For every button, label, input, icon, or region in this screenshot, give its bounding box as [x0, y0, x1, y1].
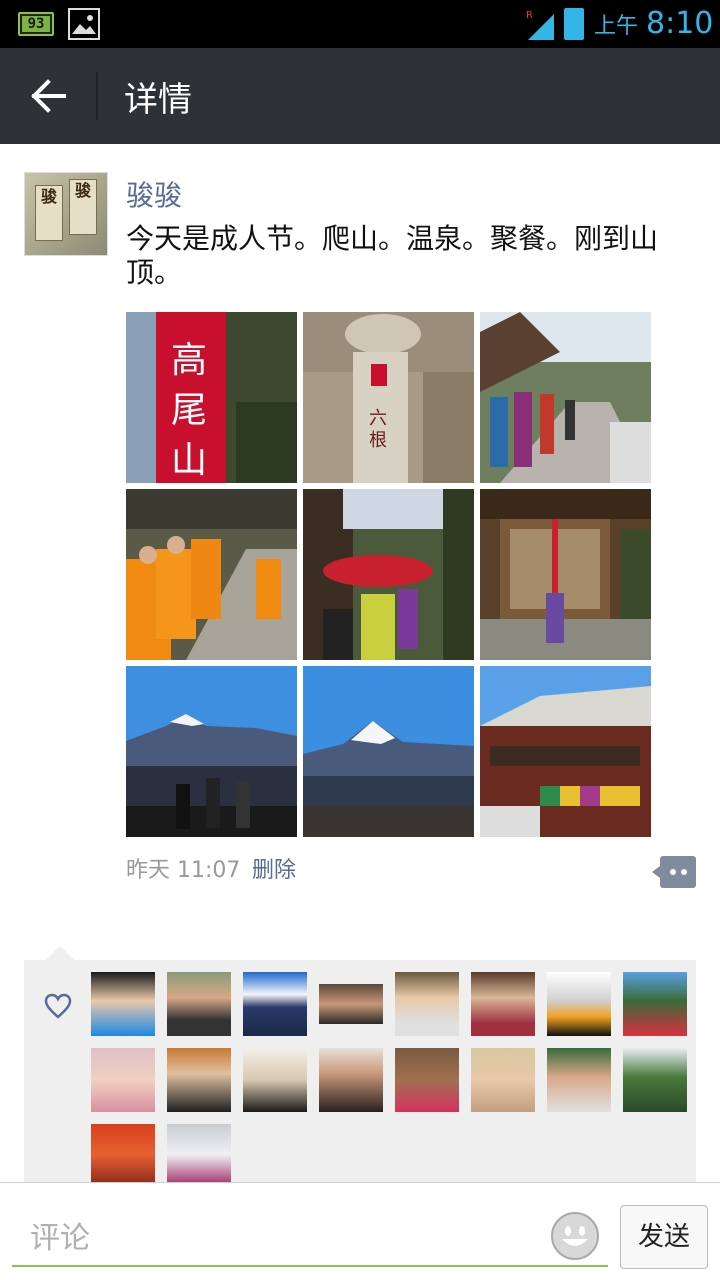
photo-grid: 高 尾 山 六 根 [126, 312, 651, 837]
delete-link[interactable]: 删除 [252, 852, 296, 884]
liker-avatar[interactable] [547, 972, 611, 1036]
comment-placeholder: 评论 [30, 1221, 90, 1256]
liker-avatar[interactable] [623, 972, 687, 1036]
liker-avatar[interactable] [243, 1048, 307, 1112]
liker-avatar[interactable] [91, 972, 155, 1036]
liker-avatar[interactable] [167, 1048, 231, 1112]
liker-avatar[interactable] [471, 972, 535, 1036]
send-button[interactable]: 发送 [620, 1205, 708, 1269]
svg-text:根: 根 [369, 430, 387, 451]
mount-fuji-view-photo[interactable] [303, 666, 474, 837]
comment-bubble-icon [652, 856, 696, 888]
liker-avatar[interactable] [319, 984, 383, 1024]
image-notification-icon [68, 8, 100, 40]
svg-text:山: 山 [171, 440, 207, 481]
liker-avatar[interactable] [91, 1124, 155, 1185]
signal-icon: R [526, 10, 554, 40]
avatar-tag: 骏 [35, 185, 63, 241]
post-timestamp: 昨天 11:07 [126, 858, 241, 883]
stone-lantern-photo[interactable]: 六 根 [303, 312, 474, 483]
heart-icon [44, 993, 72, 1019]
battery-level: 93 [27, 16, 45, 32]
liker-avatar[interactable] [395, 972, 459, 1036]
comment-menu-button[interactable] [652, 856, 696, 888]
liker-avatar[interactable] [91, 1048, 155, 1112]
monks-procession-photo[interactable] [126, 489, 297, 660]
liker-avatar[interactable] [623, 1048, 687, 1112]
svg-text:高: 高 [171, 340, 207, 381]
emoji-button[interactable] [550, 1211, 600, 1261]
avatar[interactable]: 骏 骏 [24, 172, 108, 256]
comment-bar: 评论 发送 [0, 1182, 720, 1280]
comment-input[interactable]: 评论 [12, 1201, 608, 1267]
title-bar: 详情 [0, 48, 720, 144]
mount-fuji-crowd-photo[interactable] [126, 666, 297, 837]
liker-avatar[interactable] [319, 1048, 383, 1112]
temple-roof-photo[interactable] [480, 666, 651, 837]
page-title: 详情 [124, 80, 192, 120]
red-umbrella-procession-photo[interactable] [303, 489, 474, 660]
liker-avatar[interactable] [243, 972, 307, 1036]
temple-banner-photo[interactable]: 高 尾 山 [126, 312, 297, 483]
likes-panel-arrow [46, 946, 74, 960]
back-button[interactable] [20, 70, 76, 122]
liker-avatar[interactable] [547, 1048, 611, 1112]
svg-text:六: 六 [369, 408, 387, 429]
status-bar: 93 R 上午 8:10 [0, 0, 720, 48]
battery-status-icon [564, 8, 584, 40]
shrine-gate-photo[interactable] [480, 489, 651, 660]
smiley-icon [551, 1212, 599, 1260]
liker-avatar[interactable] [167, 1124, 231, 1185]
liker-avatar[interactable] [167, 972, 231, 1036]
liker-avatar[interactable] [395, 1048, 459, 1112]
svg-text:R: R [526, 10, 533, 21]
likes-panel [24, 946, 696, 1185]
hikers-path-photo[interactable] [480, 312, 651, 483]
arrow-left-icon [31, 79, 66, 113]
liker-avatar[interactable] [471, 1048, 535, 1112]
title-divider [96, 72, 98, 120]
svg-text:尾: 尾 [171, 390, 207, 431]
avatar-tag: 骏 [69, 179, 97, 235]
username[interactable]: 骏骏 [126, 174, 182, 214]
clock: 上午 8:10 [594, 6, 714, 41]
battery-icon: 93 [18, 12, 54, 36]
post-text: 今天是成人节。爬山。温泉。聚餐。刚到山顶。 [126, 222, 659, 289]
